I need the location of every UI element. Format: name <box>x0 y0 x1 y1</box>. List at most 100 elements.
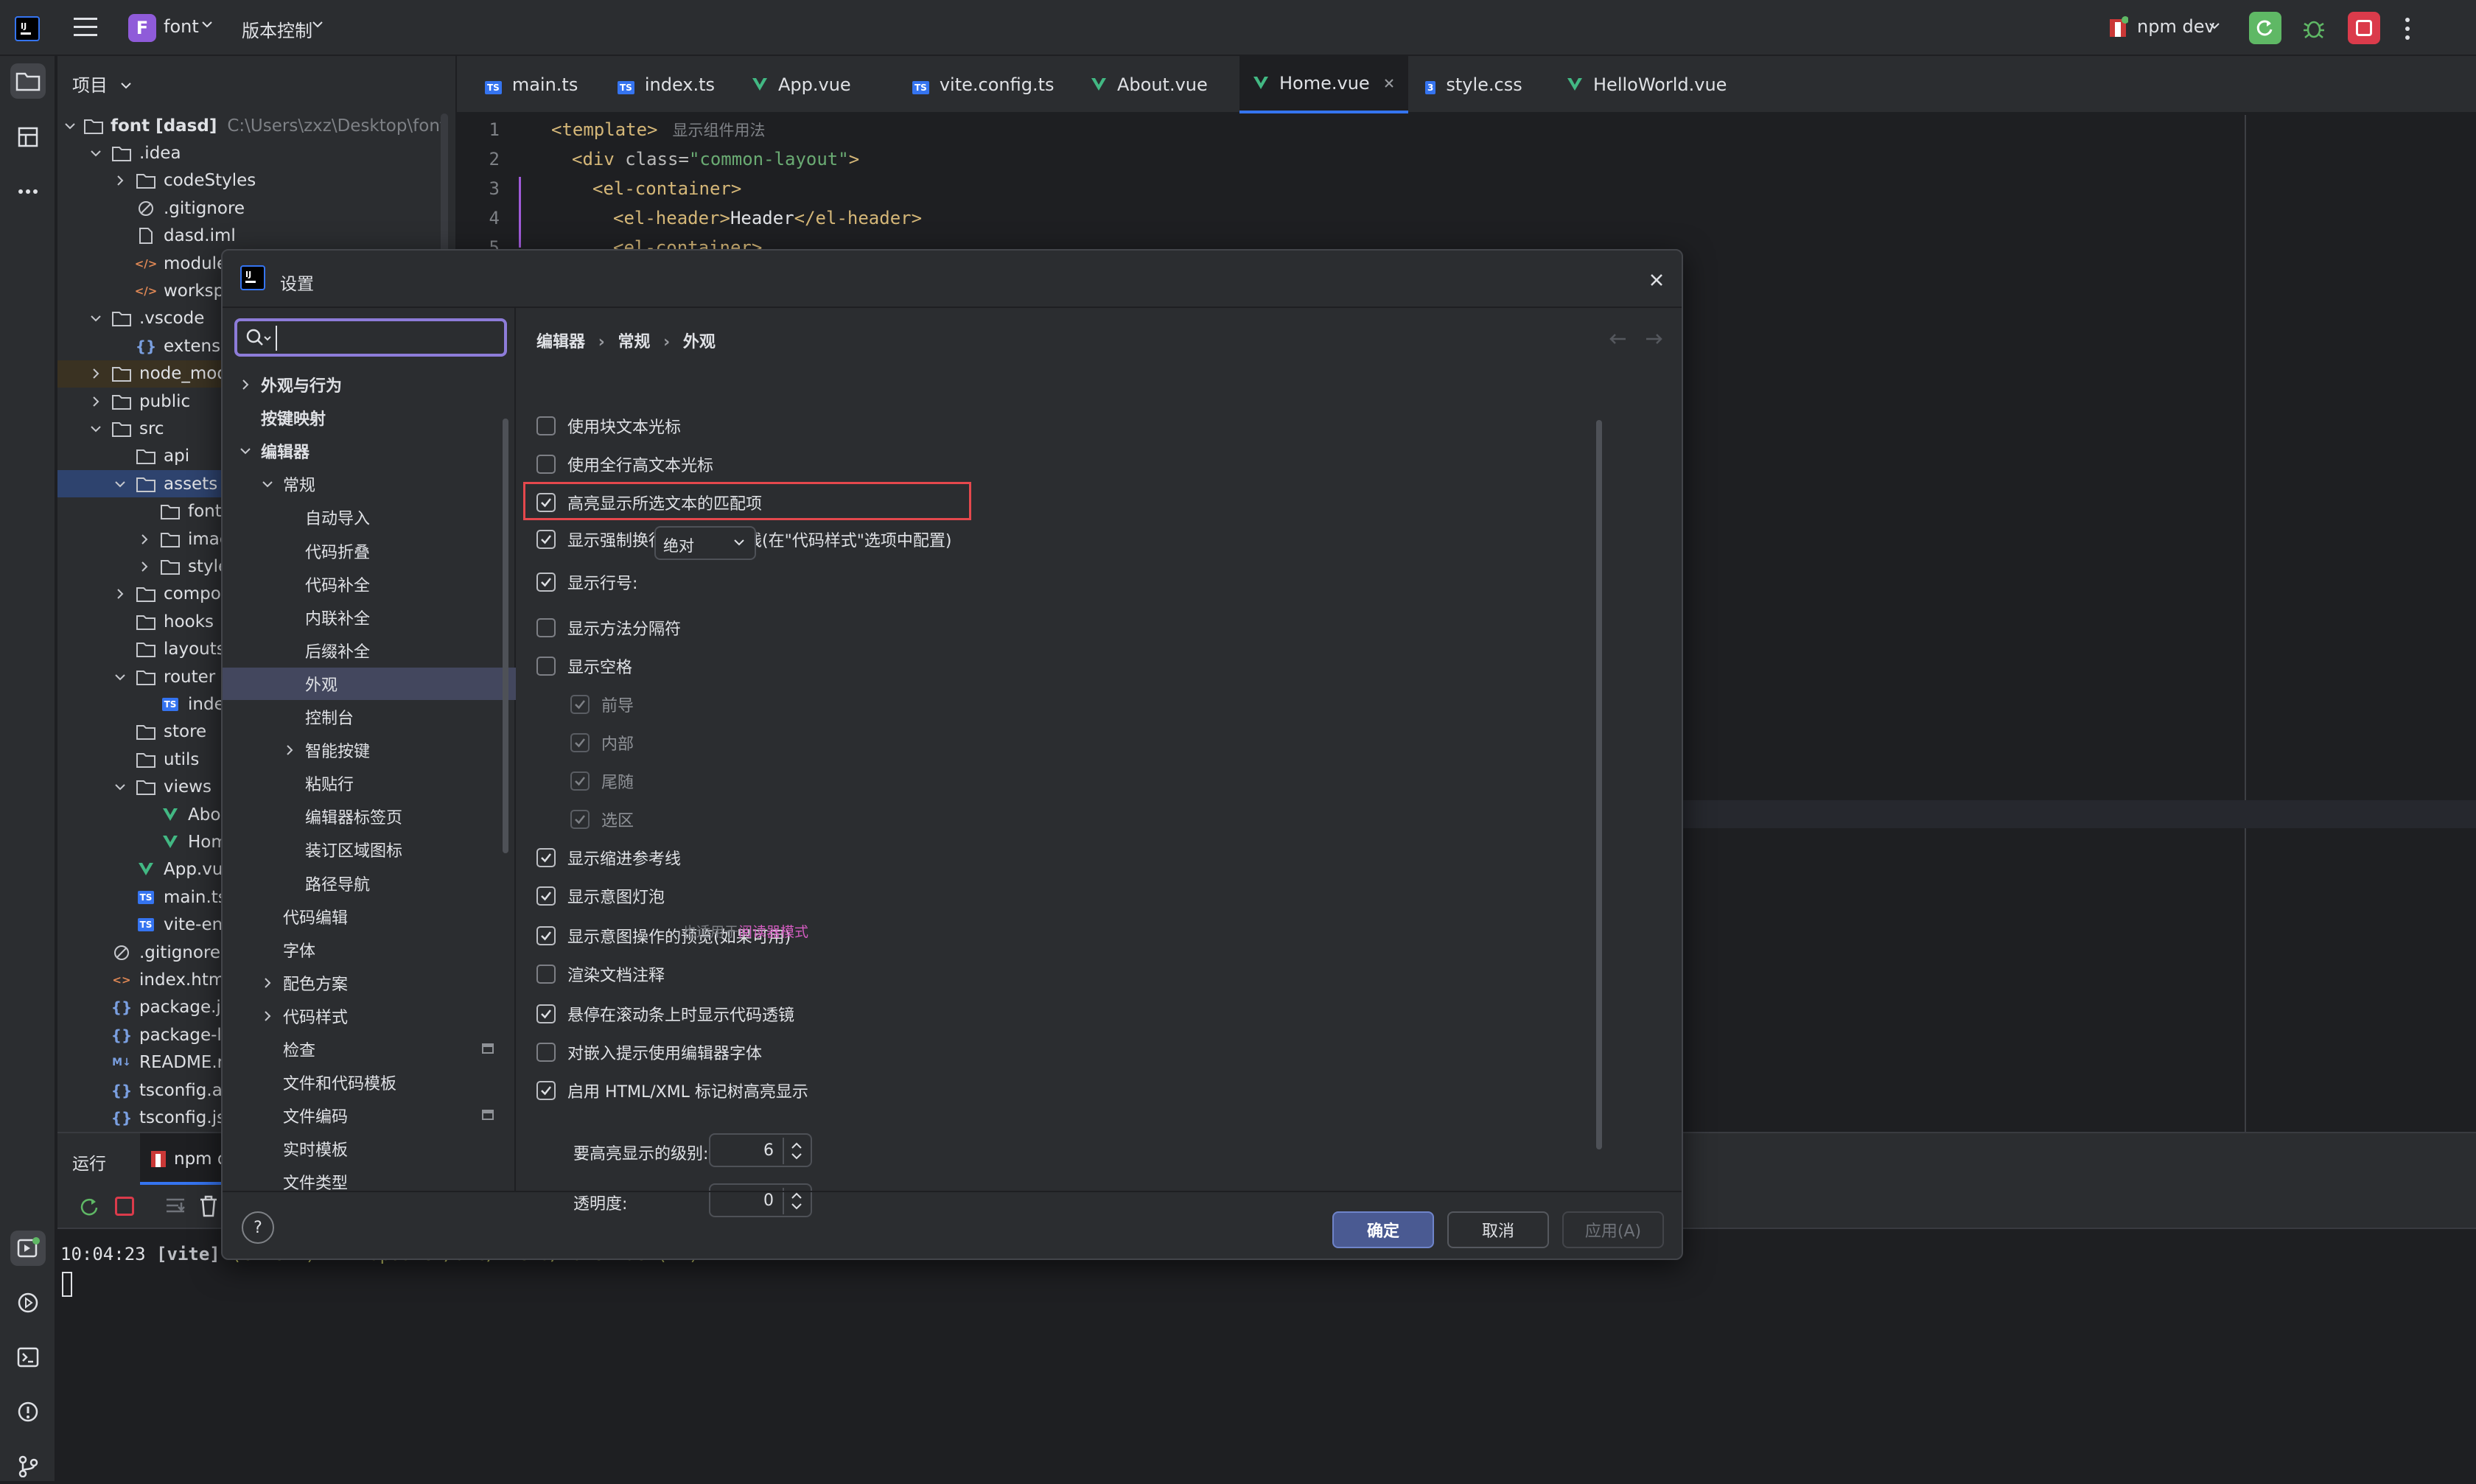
more-options-icon[interactable] <box>2404 16 2411 41</box>
tree-item[interactable]: font [dasd] C:\Users\zxz\Desktop\font <box>57 112 447 139</box>
chevron-down-icon[interactable] <box>112 476 128 492</box>
git-icon[interactable] <box>10 1449 46 1484</box>
settings-nav-item[interactable]: 装订区域图标 <box>223 833 516 866</box>
settings-nav-item[interactable]: 代码补全 <box>223 568 516 601</box>
stop-icon[interactable] <box>115 1197 134 1216</box>
option-checkbox[interactable]: 显示空格 <box>536 648 632 684</box>
tree-item[interactable]: dasd.iml <box>57 223 441 250</box>
checkbox-checked-icon[interactable] <box>570 733 590 752</box>
settings-nav-item[interactable]: 代码编辑 <box>223 900 516 933</box>
content-scrollbar[interactable] <box>1596 420 1602 1149</box>
tab-vite-config-ts[interactable]: TS vite.config.ts <box>899 56 1068 113</box>
checkbox-checked-icon[interactable] <box>536 530 556 549</box>
checkbox-checked-icon[interactable] <box>570 695 590 714</box>
rerun-icon[interactable] <box>78 1195 100 1217</box>
highlight-levels-spinner[interactable]: 6 <box>709 1133 812 1167</box>
run-tool-icon[interactable] <box>10 1231 46 1266</box>
tab-index-ts[interactable]: TS index.ts <box>604 56 728 113</box>
settings-nav-item[interactable]: 字体 <box>223 934 516 966</box>
settings-nav-item[interactable]: 自动导入 <box>223 501 516 533</box>
breadcrumb-item[interactable]: 常规 <box>618 333 650 351</box>
option-checkbox[interactable]: 尾随 <box>570 763 634 799</box>
checkbox-unchecked-icon[interactable] <box>536 618 556 637</box>
settings-nav-item[interactable]: 编辑器 <box>223 435 516 467</box>
project-folder-icon[interactable] <box>10 63 46 99</box>
option-checkbox[interactable]: 显示行号: <box>536 564 637 600</box>
settings-nav-item[interactable]: 路径导航 <box>223 867 516 900</box>
option-checkbox[interactable]: 显示意图灯泡 <box>536 878 665 914</box>
checkbox-checked-icon[interactable] <box>570 810 590 829</box>
help-button[interactable]: ? <box>242 1211 274 1244</box>
settings-nav-item[interactable]: 常规 <box>223 468 516 500</box>
trash-icon[interactable] <box>199 1195 218 1217</box>
vcs-dropdown[interactable]: 版本控制 <box>242 16 312 42</box>
checkbox-unchecked-icon[interactable] <box>536 657 556 676</box>
option-checkbox[interactable]: 使用块文本光标 <box>536 408 681 444</box>
chevron-right-icon[interactable] <box>88 393 104 410</box>
back-arrow-icon[interactable] <box>1608 332 1627 346</box>
chevron-right-icon[interactable] <box>112 586 128 602</box>
terminal-icon[interactable] <box>10 1340 46 1375</box>
more-tools-icon[interactable] <box>10 174 46 209</box>
rerun-button[interactable] <box>2249 12 2281 44</box>
chevron-right-icon[interactable] <box>88 365 104 382</box>
chevron-down-icon[interactable] <box>234 444 256 458</box>
tab-app-vue[interactable]: App.vue <box>738 56 864 113</box>
checkbox-unchecked-icon[interactable] <box>536 1043 556 1062</box>
option-checkbox[interactable]: 对嵌入提示使用编辑器字体 <box>536 1035 762 1070</box>
option-checkbox[interactable]: 启用 HTML/XML 标记树高亮显示 <box>536 1073 808 1108</box>
chevron-right-icon[interactable] <box>136 531 153 547</box>
settings-nav-item[interactable]: 文件编码 <box>223 1099 516 1132</box>
close-icon[interactable] <box>1383 77 1395 89</box>
checkbox-unchecked-icon[interactable] <box>536 416 556 435</box>
run-config-dropdown[interactable]: npm dev <box>2137 16 2215 37</box>
forward-arrow-icon[interactable] <box>1645 332 1664 346</box>
tree-item[interactable]: .idea <box>57 139 441 167</box>
main-menu-icon[interactable] <box>74 16 99 38</box>
problems-icon[interactable] <box>10 1394 46 1429</box>
cancel-button[interactable]: 取消 <box>1447 1211 1549 1248</box>
settings-nav-item[interactable]: 内联补全 <box>223 601 516 634</box>
option-checkbox[interactable]: 渲染文档注释 <box>536 956 665 992</box>
checkbox-checked-icon[interactable] <box>536 573 556 592</box>
checkbox-checked-icon[interactable] <box>536 848 556 867</box>
ok-button[interactable]: 确定 <box>1332 1211 1434 1248</box>
tab-home-vue[interactable]: Home.vue <box>1239 56 1408 113</box>
checkbox-checked-icon[interactable] <box>570 771 590 791</box>
settings-nav-item[interactable]: 外观与行为 <box>223 368 516 401</box>
settings-nav-item[interactable]: 控制台 <box>223 701 516 733</box>
settings-search-input[interactable] <box>276 326 497 351</box>
settings-nav-item[interactable]: 编辑器标签页 <box>223 800 516 833</box>
option-checkbox[interactable]: 悬停在滚动条上时显示代码透镜 <box>536 996 794 1032</box>
chevron-down-icon[interactable] <box>112 779 128 795</box>
checkbox-checked-icon[interactable] <box>536 1081 556 1100</box>
settings-nav-item[interactable]: 代码折叠 <box>223 535 516 567</box>
checkbox-checked-icon[interactable] <box>536 926 556 945</box>
debug-icon[interactable] <box>2298 12 2330 44</box>
reader-mode-link[interactable]: 阅读器模式 <box>738 924 808 940</box>
scroll-to-end-icon[interactable] <box>165 1197 186 1216</box>
chevron-right-icon[interactable] <box>234 378 256 391</box>
chevron-down-icon[interactable] <box>88 310 104 326</box>
settings-nav-item[interactable]: 实时模板 <box>223 1133 516 1165</box>
chevron-right-icon[interactable] <box>256 976 279 990</box>
settings-nav-item[interactable]: 粘贴行 <box>223 767 516 799</box>
option-checkbox[interactable]: 使用全行高文本光标 <box>536 447 713 482</box>
project-panel-header[interactable]: 项目 <box>72 71 133 97</box>
tab-about-vue[interactable]: About.vue <box>1077 56 1221 113</box>
chevron-down-icon[interactable] <box>256 477 279 491</box>
chevron-right-icon[interactable] <box>256 1009 279 1023</box>
checkbox-unchecked-icon[interactable] <box>536 965 556 984</box>
chevron-down-icon[interactable] <box>88 421 104 437</box>
settings-nav-item[interactable]: 配色方案 <box>223 967 516 999</box>
settings-nav-item[interactable]: 智能按键 <box>223 734 516 766</box>
tab-style-css[interactable]: 3 style.css <box>1412 56 1536 113</box>
chevron-right-icon[interactable] <box>112 172 128 189</box>
chevron-right-icon[interactable] <box>136 559 153 575</box>
nav-scrollbar[interactable] <box>503 419 508 853</box>
breadcrumb-item[interactable]: 编辑器 <box>536 333 585 351</box>
tab-helloworld-vue[interactable]: HelloWorld.vue <box>1553 56 1740 113</box>
option-checkbox[interactable]: 选区 <box>570 802 634 837</box>
project-badge[interactable]: F <box>128 14 156 42</box>
checkbox-checked-icon[interactable] <box>536 886 556 906</box>
